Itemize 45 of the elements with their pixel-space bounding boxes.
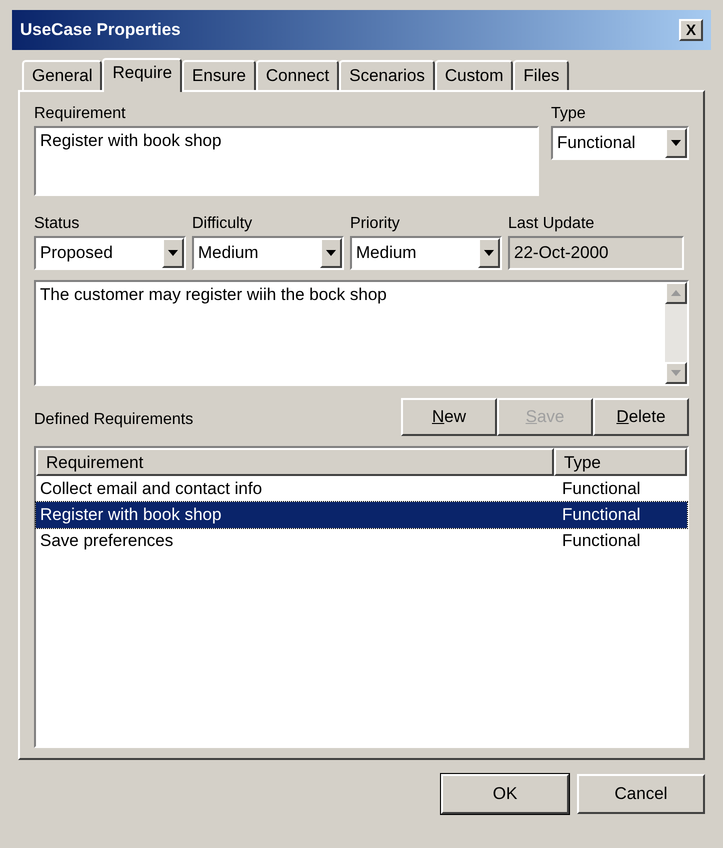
scroll-down-icon: [671, 370, 681, 376]
dropdown-arrow-icon: [326, 250, 336, 256]
requirement-field[interactable]: Register with book shop: [34, 126, 539, 196]
dropdown[interactable]: Functional: [551, 126, 689, 160]
table-cell-text: Functional: [561, 530, 642, 552]
field-label: Requirement: [34, 104, 127, 124]
field-label: Status: [34, 214, 80, 234]
scrollbar[interactable]: [665, 282, 687, 384]
tab[interactable]: Scenarios: [339, 60, 435, 90]
table-cell-text: Save preferences: [39, 530, 174, 552]
close-button[interactable]: X: [679, 19, 703, 41]
column-header[interactable]: Type: [554, 448, 687, 476]
tab[interactable]: General: [22, 60, 102, 90]
section-label: Defined Requirements: [34, 410, 194, 430]
tab[interactable]: Require: [102, 58, 182, 92]
field-label: Difficulty: [192, 214, 254, 234]
table-cell-text: Register with book shop: [39, 504, 222, 526]
column-header[interactable]: Requirement: [36, 448, 554, 476]
table-cell-text: Functional: [561, 504, 642, 526]
list-row[interactable]: Save preferences Functional: [36, 528, 687, 554]
notes-field[interactable]: The customer may register wiih the bock shop: [34, 280, 689, 386]
tab[interactable]: Ensure: [182, 60, 256, 90]
field-label: Last Update: [508, 214, 596, 234]
date-field: 22-Oct-2000: [508, 236, 684, 270]
field-label: Type: [551, 104, 587, 124]
tab[interactable]: Custom: [434, 60, 514, 90]
dropdown[interactable]: Proposed: [34, 236, 186, 270]
dialog-button[interactable]: Cancel: [577, 774, 705, 814]
list-button[interactable]: New: [401, 398, 497, 436]
list-row[interactable]: Register with book shop Functional: [36, 502, 687, 528]
table-cell-text: Functional: [561, 478, 642, 500]
tab[interactable]: Connect: [256, 60, 340, 90]
dropdown[interactable]: Medium: [350, 236, 502, 270]
dropdown-arrow-icon: [484, 250, 494, 256]
tab[interactable]: Files: [513, 60, 570, 90]
list-row[interactable]: Collect email and contact info Functional: [36, 476, 687, 502]
dropdown-arrow-icon: [671, 140, 681, 146]
window-title: UseCase Properties: [20, 19, 181, 42]
field-label: Priority: [350, 214, 401, 234]
dropdown-arrow-icon: [168, 250, 178, 256]
dialog-button[interactable]: OK: [441, 774, 569, 814]
list-button[interactable]: Delete: [593, 398, 689, 436]
dropdown[interactable]: Medium: [192, 236, 344, 270]
table-cell-text: Collect email and contact info: [39, 478, 264, 500]
scroll-up-icon: [671, 290, 681, 296]
